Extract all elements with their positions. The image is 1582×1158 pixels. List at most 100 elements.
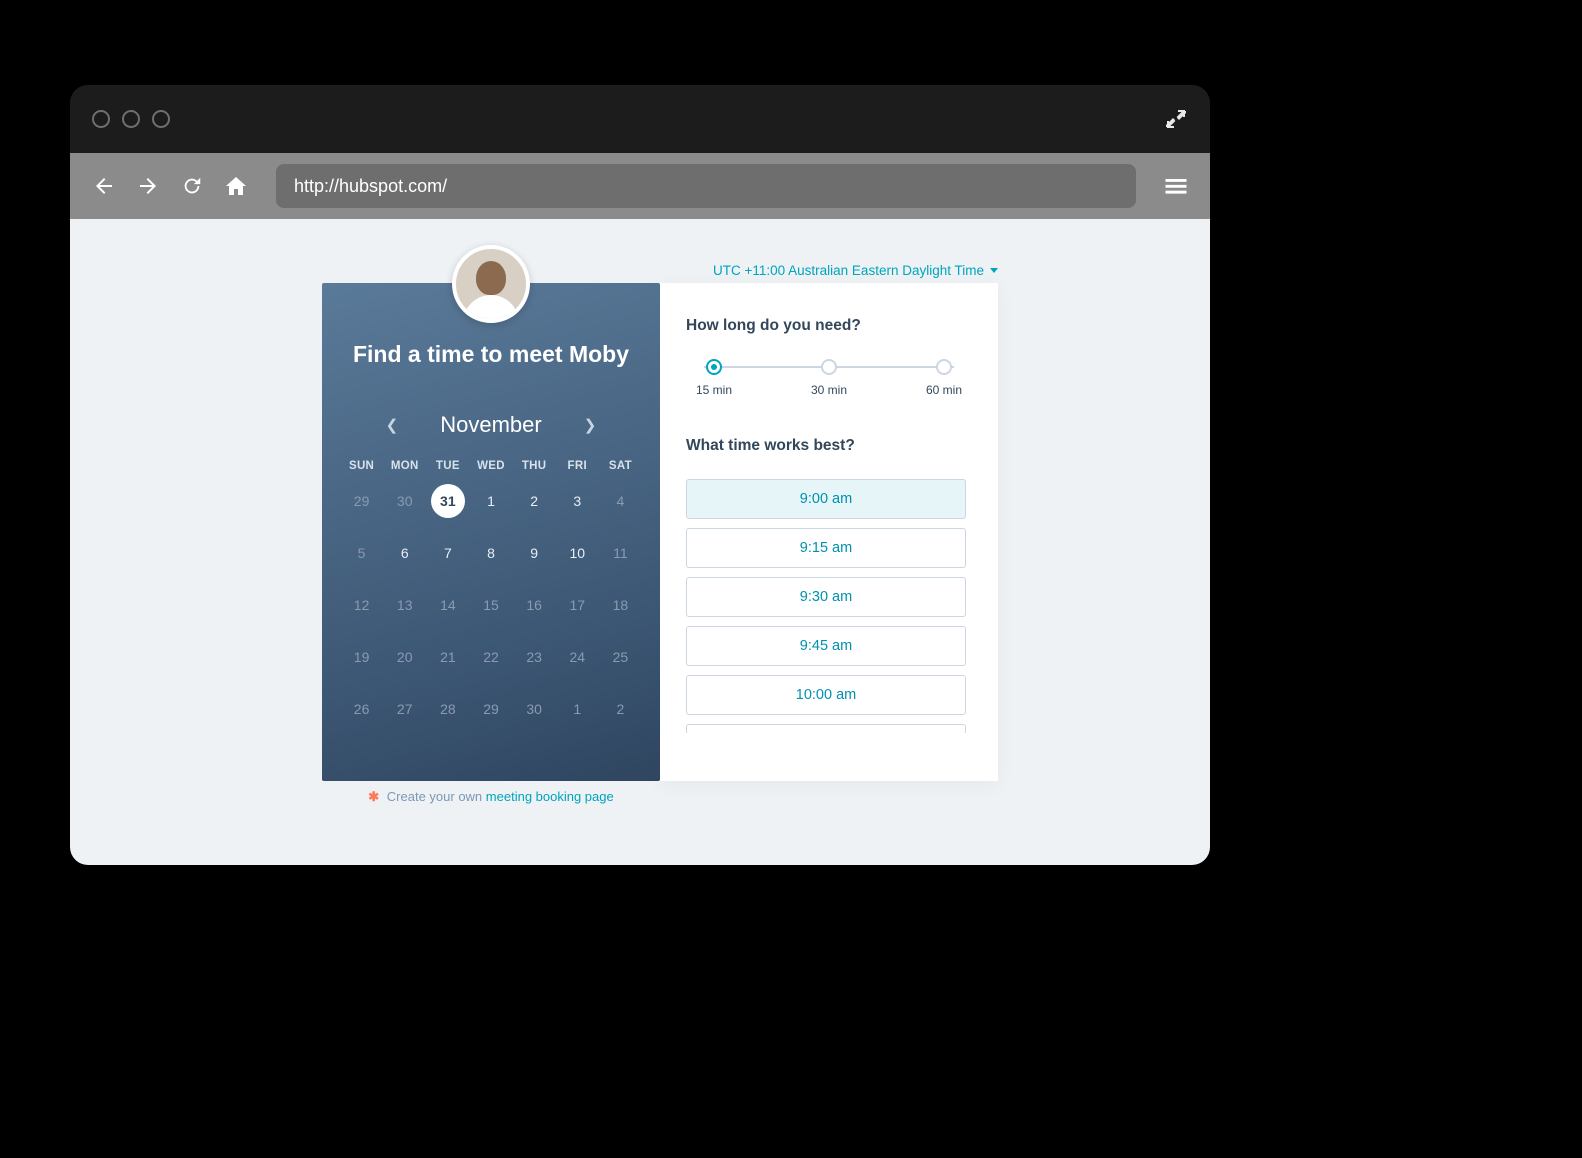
calendar-day[interactable]: 4 bbox=[599, 484, 642, 518]
hubspot-logo-icon: ✱ bbox=[368, 789, 379, 804]
calendar-title: Find a time to meet Moby bbox=[340, 341, 642, 368]
calendar-week: 567891011 bbox=[340, 536, 642, 576]
time-slot[interactable]: 9:15 am bbox=[686, 528, 966, 568]
calendar-day[interactable]: 12 bbox=[340, 588, 383, 622]
calendar-day[interactable]: 30 bbox=[513, 692, 556, 726]
time-slot[interactable]: 9:00 am bbox=[686, 479, 966, 519]
calendar-day[interactable]: 13 bbox=[383, 588, 426, 622]
chevron-down-icon bbox=[990, 268, 998, 273]
duration-label: 60 min bbox=[926, 383, 962, 397]
calendar-day[interactable]: 25 bbox=[599, 640, 642, 674]
month-label: November bbox=[440, 412, 541, 438]
dow-label: TUE bbox=[426, 460, 469, 472]
calendar-day[interactable]: 2 bbox=[599, 692, 642, 726]
duration-selector: 15 min 30 min 60 min bbox=[696, 359, 962, 397]
calendar-day[interactable]: 14 bbox=[426, 588, 469, 622]
prev-month-button[interactable]: ❮ bbox=[386, 416, 399, 434]
calendar-day[interactable]: 31 bbox=[431, 484, 465, 518]
calendar-day[interactable]: 24 bbox=[556, 640, 599, 674]
month-nav: ❮ November ❯ bbox=[340, 412, 642, 438]
calendar-day[interactable]: 8 bbox=[469, 536, 512, 570]
url-text: http://hubspot.com/ bbox=[294, 176, 447, 197]
calendar-day[interactable]: 3 bbox=[556, 484, 599, 518]
close-dot[interactable] bbox=[92, 110, 110, 128]
next-month-button[interactable]: ❯ bbox=[584, 416, 597, 434]
calendar-day[interactable]: 26 bbox=[340, 692, 383, 726]
calendar-day[interactable]: 10 bbox=[556, 536, 599, 570]
calendar-day[interactable]: 1 bbox=[469, 484, 512, 518]
home-button[interactable] bbox=[222, 172, 250, 200]
calendar-day[interactable]: 28 bbox=[426, 692, 469, 726]
calendar-day[interactable]: 29 bbox=[340, 484, 383, 518]
calendar-panel: Find a time to meet Moby ❮ November ❯ SU… bbox=[322, 283, 660, 781]
footer-link[interactable]: meeting booking page bbox=[486, 789, 614, 804]
calendar-day[interactable]: 27 bbox=[383, 692, 426, 726]
time-slot[interactable]: 9:30 am bbox=[686, 577, 966, 617]
calendar-day[interactable]: 7 bbox=[426, 536, 469, 570]
calendar-day[interactable]: 5 bbox=[340, 536, 383, 570]
slot-list[interactable]: 9:00 am 9:15 am 9:30 am 9:45 am 10:00 am 10:1… bbox=[686, 479, 972, 733]
fullscreen-icon[interactable] bbox=[1164, 107, 1188, 131]
dow-label: SUN bbox=[340, 460, 383, 472]
dow-label: FRI bbox=[556, 460, 599, 472]
window-titlebar bbox=[70, 85, 1210, 153]
dow-label: THU bbox=[513, 460, 556, 472]
menu-icon[interactable] bbox=[1162, 172, 1190, 200]
calendar-day[interactable]: 19 bbox=[340, 640, 383, 674]
maximize-dot[interactable] bbox=[152, 110, 170, 128]
calendar-week: 262728293012 bbox=[340, 692, 642, 732]
calendar-day[interactable]: 29 bbox=[469, 692, 512, 726]
calendar-day[interactable]: 6 bbox=[383, 536, 426, 570]
duration-option[interactable]: 60 min bbox=[926, 359, 962, 397]
radio-icon bbox=[821, 359, 837, 375]
calendar-day[interactable]: 2 bbox=[513, 484, 556, 518]
duration-option[interactable]: 30 min bbox=[811, 359, 847, 397]
calendar-day[interactable]: 21 bbox=[426, 640, 469, 674]
footer-cta: ✱ Create your own meeting booking page bbox=[322, 789, 660, 805]
calendar-grid: 2930311234567891011121314151617181920212… bbox=[340, 484, 642, 732]
calendar-week: 12131415161718 bbox=[340, 588, 642, 628]
calendar-day[interactable]: 20 bbox=[383, 640, 426, 674]
calendar-week: 2930311234 bbox=[340, 484, 642, 524]
radio-icon bbox=[706, 359, 722, 375]
duration-option[interactable]: 15 min bbox=[696, 359, 732, 397]
time-slot[interactable]: 10:15 am bbox=[686, 724, 966, 733]
dow-label: MON bbox=[383, 460, 426, 472]
footer-text: Create your own bbox=[387, 789, 482, 804]
timezone-selector[interactable]: UTC +11:00 Australian Eastern Daylight T… bbox=[713, 263, 998, 278]
url-input[interactable]: http://hubspot.com/ bbox=[276, 164, 1136, 208]
duration-label: 30 min bbox=[811, 383, 847, 397]
calendar-day[interactable]: 16 bbox=[513, 588, 556, 622]
reload-button[interactable] bbox=[178, 172, 206, 200]
timezone-label: UTC +11:00 Australian Eastern Daylight T… bbox=[713, 263, 984, 278]
avatar bbox=[452, 245, 530, 323]
day-of-week-header: SUNMONTUEWEDTHUFRISAT bbox=[340, 460, 642, 472]
window-controls bbox=[92, 110, 170, 128]
page-viewport: UTC +11:00 Australian Eastern Daylight T… bbox=[70, 219, 1210, 865]
minimize-dot[interactable] bbox=[122, 110, 140, 128]
calendar-day[interactable]: 1 bbox=[556, 692, 599, 726]
calendar-week: 19202122232425 bbox=[340, 640, 642, 680]
duration-label: 15 min bbox=[696, 383, 732, 397]
booking-widget: UTC +11:00 Australian Eastern Daylight T… bbox=[322, 283, 998, 781]
slots-heading: What time works best? bbox=[686, 437, 972, 455]
duration-heading: How long do you need? bbox=[686, 317, 972, 335]
calendar-day[interactable]: 23 bbox=[513, 640, 556, 674]
forward-button[interactable] bbox=[134, 172, 162, 200]
calendar-day[interactable]: 18 bbox=[599, 588, 642, 622]
back-button[interactable] bbox=[90, 172, 118, 200]
browser-window: http://hubspot.com/ UTC +11:00 Australia… bbox=[70, 85, 1210, 865]
calendar-day[interactable]: 15 bbox=[469, 588, 512, 622]
time-slot[interactable]: 10:00 am bbox=[686, 675, 966, 715]
dow-label: SAT bbox=[599, 460, 642, 472]
time-panel: How long do you need? 15 min 30 min 60 min… bbox=[660, 283, 998, 781]
calendar-day[interactable]: 17 bbox=[556, 588, 599, 622]
slot-scroll: 9:00 am 9:15 am 9:30 am 9:45 am 10:00 am 10:1… bbox=[686, 479, 972, 733]
calendar-day[interactable]: 30 bbox=[383, 484, 426, 518]
radio-icon bbox=[936, 359, 952, 375]
dow-label: WED bbox=[469, 460, 512, 472]
time-slot[interactable]: 9:45 am bbox=[686, 626, 966, 666]
calendar-day[interactable]: 11 bbox=[599, 536, 642, 570]
calendar-day[interactable]: 9 bbox=[513, 536, 556, 570]
calendar-day[interactable]: 22 bbox=[469, 640, 512, 674]
